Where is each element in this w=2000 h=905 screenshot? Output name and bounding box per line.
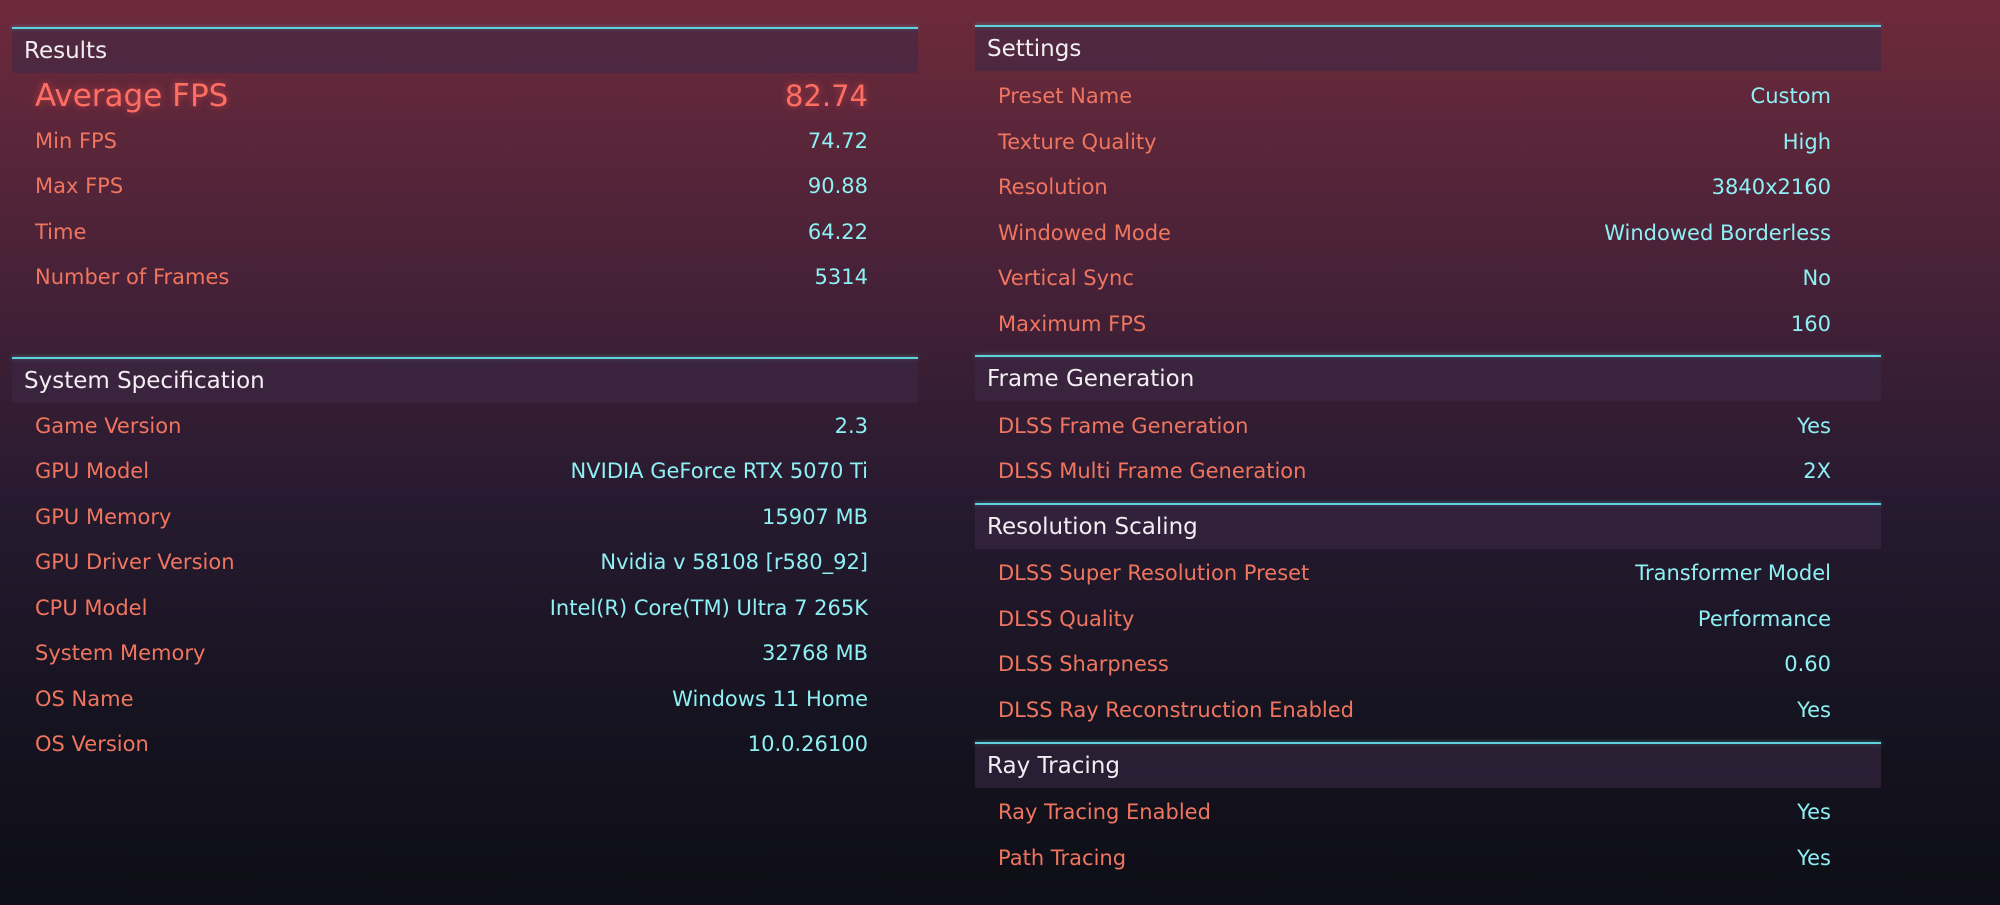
row-value: 160 <box>1790 312 1831 336</box>
row-value: Yes <box>1797 698 1831 722</box>
row-label: OS Name <box>35 687 134 711</box>
row-value: 74.72 <box>807 129 868 153</box>
vertical-sync-row: Vertical Sync No <box>975 258 1881 298</box>
frame-generation-section: Frame Generation <box>975 355 1881 401</box>
resolution-scaling-title: Resolution Scaling <box>975 505 1881 549</box>
row-label: Number of Frames <box>35 265 230 289</box>
row-value: High <box>1782 130 1831 154</box>
resolution-scaling-section: Resolution Scaling <box>975 503 1881 549</box>
frame-generation-title: Frame Generation <box>975 357 1881 401</box>
os-version-row: OS Version 10.0.26100 <box>12 724 918 764</box>
row-label: DLSS Quality <box>998 607 1135 631</box>
row-label: Ray Tracing Enabled <box>998 800 1211 824</box>
gpu-memory-row: GPU Memory 15907 MB <box>12 497 918 537</box>
row-value: 90.88 <box>807 174 868 198</box>
texture-quality-row: Texture Quality High <box>975 122 1881 162</box>
row-value: No <box>1802 266 1831 290</box>
max-fps-row: Max FPS 90.88 <box>12 166 918 206</box>
row-label: System Memory <box>35 641 206 665</box>
system-spec-section: System Specification <box>12 357 918 403</box>
row-label: OS Version <box>35 732 149 756</box>
gpu-model-row: GPU Model NVIDIA GeForce RTX 5070 Ti <box>12 451 918 491</box>
row-value: 3840x2160 <box>1711 175 1831 199</box>
ray-tracing-enabled-row: Ray Tracing Enabled Yes <box>975 792 1881 832</box>
row-label: Resolution <box>998 175 1108 199</box>
average-fps-label: Average FPS <box>35 78 229 114</box>
row-label: GPU Driver Version <box>35 550 235 574</box>
row-value: 15907 MB <box>761 505 868 529</box>
row-value: 32768 MB <box>761 641 868 665</box>
row-value: Yes <box>1797 800 1831 824</box>
row-value: 2X <box>1803 459 1831 483</box>
dlss-multi-frame-generation-row: DLSS Multi Frame Generation 2X <box>975 451 1881 491</box>
row-label: Vertical Sync <box>998 266 1134 290</box>
average-fps-row: Average FPS 82.74 <box>12 76 918 116</box>
min-fps-row: Min FPS 74.72 <box>12 121 918 161</box>
dlss-ray-reconstruction-row: DLSS Ray Reconstruction Enabled Yes <box>975 690 1881 730</box>
row-value: Windows 11 Home <box>672 687 868 711</box>
row-label: GPU Memory <box>35 505 172 529</box>
row-label: Time <box>35 220 87 244</box>
settings-title: Settings <box>975 27 1881 71</box>
row-label: DLSS Frame Generation <box>998 414 1249 438</box>
ray-tracing-section: Ray Tracing <box>975 742 1881 788</box>
time-row: Time 64.22 <box>12 212 918 252</box>
row-label: Texture Quality <box>998 130 1157 154</box>
row-label: DLSS Multi Frame Generation <box>998 459 1307 483</box>
row-label: Windowed Mode <box>998 221 1171 245</box>
row-value: Yes <box>1797 846 1831 870</box>
average-fps-value: 82.74 <box>784 79 868 113</box>
row-label: Path Tracing <box>998 846 1127 870</box>
row-label: DLSS Super Resolution Preset <box>998 561 1310 585</box>
row-label: GPU Model <box>35 459 150 483</box>
row-value: Yes <box>1797 414 1831 438</box>
row-value: NVIDIA GeForce RTX 5070 Ti <box>570 459 868 483</box>
row-label: DLSS Sharpness <box>998 652 1169 676</box>
dlss-super-resolution-preset-row: DLSS Super Resolution Preset Transformer… <box>975 553 1881 593</box>
dlss-frame-generation-row: DLSS Frame Generation Yes <box>975 406 1881 446</box>
row-label: Maximum FPS <box>998 312 1147 336</box>
resolution-row: Resolution 3840x2160 <box>975 167 1881 207</box>
row-label: Preset Name <box>998 84 1133 108</box>
row-value: 2.3 <box>834 414 868 438</box>
row-label: CPU Model <box>35 596 148 620</box>
row-value: Transformer Model <box>1635 561 1831 585</box>
row-value: Custom <box>1750 84 1831 108</box>
ray-tracing-title: Ray Tracing <box>975 744 1881 788</box>
dlss-quality-row: DLSS Quality Performance <box>975 599 1881 639</box>
row-label: Max FPS <box>35 174 124 198</box>
path-tracing-row: Path Tracing Yes <box>975 838 1881 878</box>
gpu-driver-row: GPU Driver Version Nvidia v 58108 [r580_… <box>12 542 918 582</box>
row-value: Performance <box>1697 607 1831 631</box>
maximum-fps-row: Maximum FPS 160 <box>975 304 1881 344</box>
row-value: 10.0.26100 <box>747 732 868 756</box>
row-value: Windowed Borderless <box>1604 221 1831 245</box>
row-label: Game Version <box>35 414 182 438</box>
system-memory-row: System Memory 32768 MB <box>12 633 918 673</box>
row-value: 5314 <box>814 265 868 289</box>
game-version-row: Game Version 2.3 <box>12 406 918 446</box>
cpu-model-row: CPU Model Intel(R) Core(TM) Ultra 7 265K <box>12 588 918 628</box>
settings-section: Settings <box>975 25 1881 71</box>
row-value: 0.60 <box>1784 652 1831 676</box>
results-title: Results <box>12 29 918 73</box>
preset-name-row: Preset Name Custom <box>975 76 1881 116</box>
os-name-row: OS Name Windows 11 Home <box>12 679 918 719</box>
windowed-mode-row: Windowed Mode Windowed Borderless <box>975 213 1881 253</box>
dlss-sharpness-row: DLSS Sharpness 0.60 <box>975 644 1881 684</box>
row-label: Min FPS <box>35 129 118 153</box>
system-spec-title: System Specification <box>12 359 918 403</box>
results-section: Results <box>12 27 918 73</box>
row-value: Nvidia v 58108 [r580_92] <box>600 550 868 574</box>
row-value: Intel(R) Core(TM) Ultra 7 265K <box>549 596 868 620</box>
row-value: 64.22 <box>807 220 868 244</box>
number-of-frames-row: Number of Frames 5314 <box>12 257 918 297</box>
row-label: DLSS Ray Reconstruction Enabled <box>998 698 1355 722</box>
